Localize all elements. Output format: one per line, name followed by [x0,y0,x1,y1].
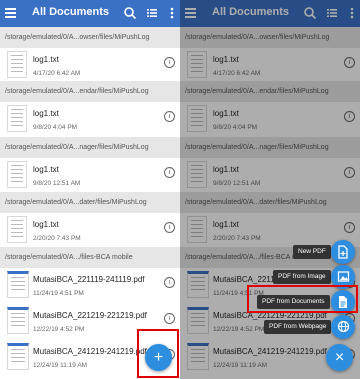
documents-highlight [247,285,358,313]
image-icon [337,271,349,282]
folder-path[interactable]: /storage/emulated/0/A...owser/files/MiPu… [0,27,180,48]
file-name: MutasiBCA_221219-221219.pdf [33,311,147,320]
file-thumbnail [7,343,29,370]
folder-path[interactable]: /storage/emulated/0/A...dater/files/MiPu… [0,192,180,213]
file-row[interactable]: log1.txt 9/8/20 4:04 PM i [0,102,180,139]
file-thumbnail [7,271,29,298]
file-date: 11/24/19 4:51 PM [33,290,84,297]
file-name: log1.txt [33,220,59,229]
file-date: 4/17/20 6:42 AM [33,70,81,77]
close-icon: × [334,349,345,366]
pdf-from-webpage-label[interactable]: PDF from Webpage [264,320,332,334]
left-screen: All Documents /storage/emulated/0/A...ow… [0,0,180,379]
folder-path[interactable]: /storage/emulated/0/A.../files-BCA mobil… [0,247,180,268]
app-bar: All Documents [0,0,180,27]
info-icon[interactable]: i [164,277,175,288]
info-icon[interactable]: i [164,57,175,68]
file-date: 12/24/19 11:19 AM [33,362,88,369]
app-title: All Documents [32,6,110,18]
file-name: log1.txt [33,109,59,118]
new-pdf-label[interactable]: New PDF [293,245,331,259]
info-icon[interactable]: i [164,313,175,324]
file-thumbnail [7,105,27,132]
file-row[interactable]: log1.txt 4/17/20 6:42 AM i [0,48,180,85]
file-date: 2/20/20 7:43 PM [33,235,81,242]
info-icon[interactable]: i [164,111,175,122]
webpage-icon [337,320,349,333]
info-icon[interactable]: i [164,222,175,233]
file-name: MutasiBCA_221119-241119.pdf [33,275,145,284]
file-date: 12/22/19 4:52 PM [33,326,85,333]
search-icon[interactable] [123,6,137,20]
menu-icon[interactable] [5,8,16,18]
file-thumbnail [7,51,27,78]
list-view-icon[interactable] [145,6,159,20]
folder-path[interactable]: /storage/emulated/0/A...endar/files/MiPu… [0,81,180,102]
file-date: 9/8/20 12:51 AM [33,180,81,187]
info-icon[interactable]: i [164,167,175,178]
new-pdf-icon [338,245,348,259]
folder-path[interactable]: /storage/emulated/0/A...nager/files/MiPu… [0,137,180,158]
file-date: 9/8/20 4:04 PM [33,124,78,131]
file-thumbnail [7,161,27,188]
file-name: log1.txt [33,165,59,174]
file-name: MutasiBCA_241219-241219.pdf [33,347,147,356]
new-pdf-button[interactable] [331,240,355,264]
fab-highlight [137,329,179,378]
file-thumbnail [7,216,27,243]
pdf-from-webpage-button[interactable] [331,315,355,339]
file-name: log1.txt [33,55,59,64]
file-row[interactable]: log1.txt 9/8/20 12:51 AM i [0,158,180,195]
file-row[interactable]: MutasiBCA_221119-241119.pdf 11/24/19 4:5… [0,268,180,305]
file-row[interactable]: log1.txt 2/20/20 7:43 PM i [0,213,180,250]
right-screen: All Documents /storage/emulated/0/A...ow… [180,0,360,379]
close-fab-button[interactable]: × [326,344,353,371]
file-thumbnail [7,307,29,334]
more-vert-icon[interactable] [165,6,179,20]
pdf-from-image-label[interactable]: PDF from Image [273,270,331,284]
